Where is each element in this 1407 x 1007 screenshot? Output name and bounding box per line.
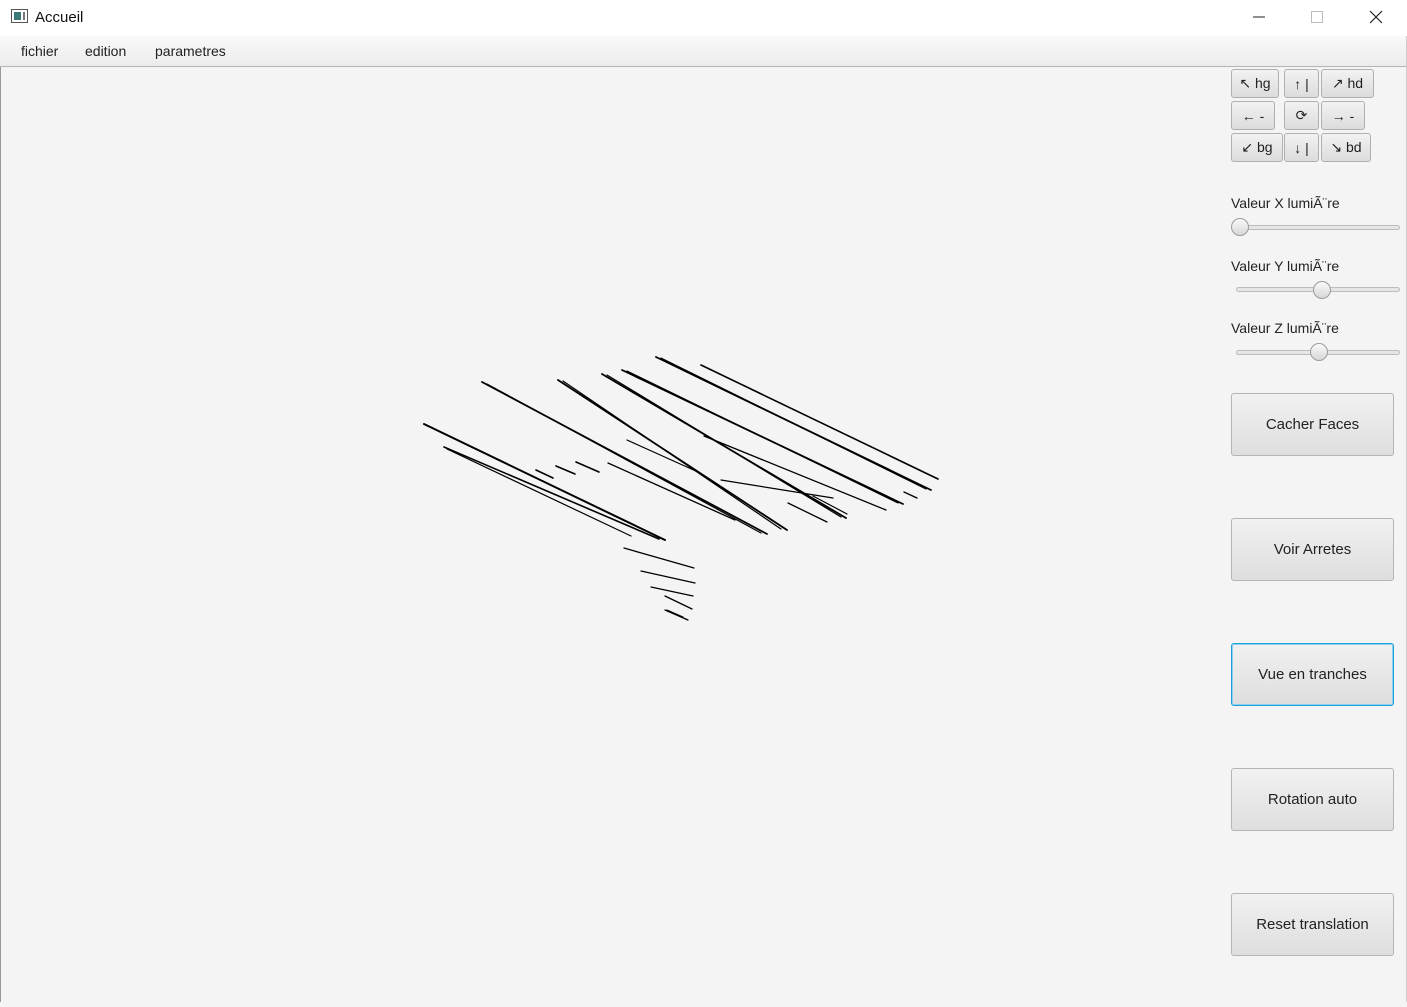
model-edge <box>623 547 695 569</box>
move-up-right-button[interactable]: ↗ hd <box>1321 69 1374 98</box>
model-edge <box>626 370 899 504</box>
model-edge <box>535 469 554 479</box>
move-down-right-button[interactable]: ↘ bd <box>1321 133 1371 162</box>
model-edge <box>575 461 600 473</box>
light-x-slider-track[interactable] <box>1237 225 1400 230</box>
3d-viewport[interactable] <box>1 68 1221 1002</box>
light-y-label: Valeur Y lumiÃ¨re <box>1231 258 1340 274</box>
model-edge <box>650 586 694 597</box>
light-z-slider-thumb[interactable] <box>1310 343 1328 361</box>
model-edge <box>640 570 696 584</box>
minimize-icon <box>1253 16 1265 18</box>
window-title: Accueil <box>35 9 84 26</box>
model-edge <box>812 495 848 515</box>
model-edge <box>720 479 834 499</box>
light-x-label: Valeur X lumiÃ¨re <box>1231 195 1340 211</box>
slice-view-button[interactable]: Vue en tranches <box>1231 643 1394 706</box>
move-down-left-button[interactable]: ↙ bg <box>1231 133 1283 162</box>
light-z-label: Valeur Z lumiÃ¨re <box>1231 320 1339 336</box>
model-edge <box>443 446 660 540</box>
model-edge <box>606 374 842 518</box>
menu-fichier[interactable]: fichier <box>21 43 58 59</box>
app-icon <box>11 9 28 23</box>
model-edge <box>703 435 887 511</box>
model-edge <box>787 502 828 523</box>
model-edge <box>607 462 736 521</box>
hide-faces-button[interactable]: Cacher Faces <box>1231 393 1394 456</box>
maximize-button[interactable] <box>1288 0 1346 34</box>
model-edge <box>660 357 927 490</box>
model-edge <box>903 491 918 499</box>
model-render <box>423 356 939 621</box>
show-edges-button[interactable]: Voir Arretes <box>1231 518 1394 581</box>
model-edge <box>664 595 693 610</box>
move-up-button[interactable]: ↑ | <box>1284 69 1319 98</box>
reset-translation-button[interactable]: Reset translation <box>1231 893 1394 956</box>
model-edge <box>446 448 632 537</box>
model-edge <box>555 465 576 475</box>
light-x-slider-thumb[interactable] <box>1231 218 1249 236</box>
model-edge <box>664 609 689 621</box>
light-y-slider-thumb[interactable] <box>1313 281 1331 299</box>
model-edge <box>700 364 939 480</box>
close-button[interactable] <box>1347 0 1405 34</box>
menu-bar: fichier edition parametres <box>0 36 1407 67</box>
close-icon <box>1369 10 1383 24</box>
maximize-icon <box>1311 11 1323 23</box>
menu-parametres[interactable]: parametres <box>155 43 226 59</box>
model-edge <box>486 383 762 534</box>
auto-rotation-button[interactable]: Rotation auto <box>1231 768 1394 831</box>
move-down-button[interactable]: ↓ | <box>1284 133 1319 162</box>
minimize-button[interactable] <box>1230 0 1288 34</box>
model-edge <box>666 609 684 618</box>
move-left-button[interactable]: ← - <box>1231 101 1275 130</box>
move-up-left-button[interactable]: ↖ hg <box>1231 69 1279 98</box>
model-edge <box>626 439 699 473</box>
menu-edition[interactable]: edition <box>85 43 126 59</box>
title-bar: Accueil <box>0 0 1407 36</box>
move-right-button[interactable]: → - <box>1321 101 1365 130</box>
rotate-center-button[interactable]: ⟳ <box>1284 101 1319 130</box>
